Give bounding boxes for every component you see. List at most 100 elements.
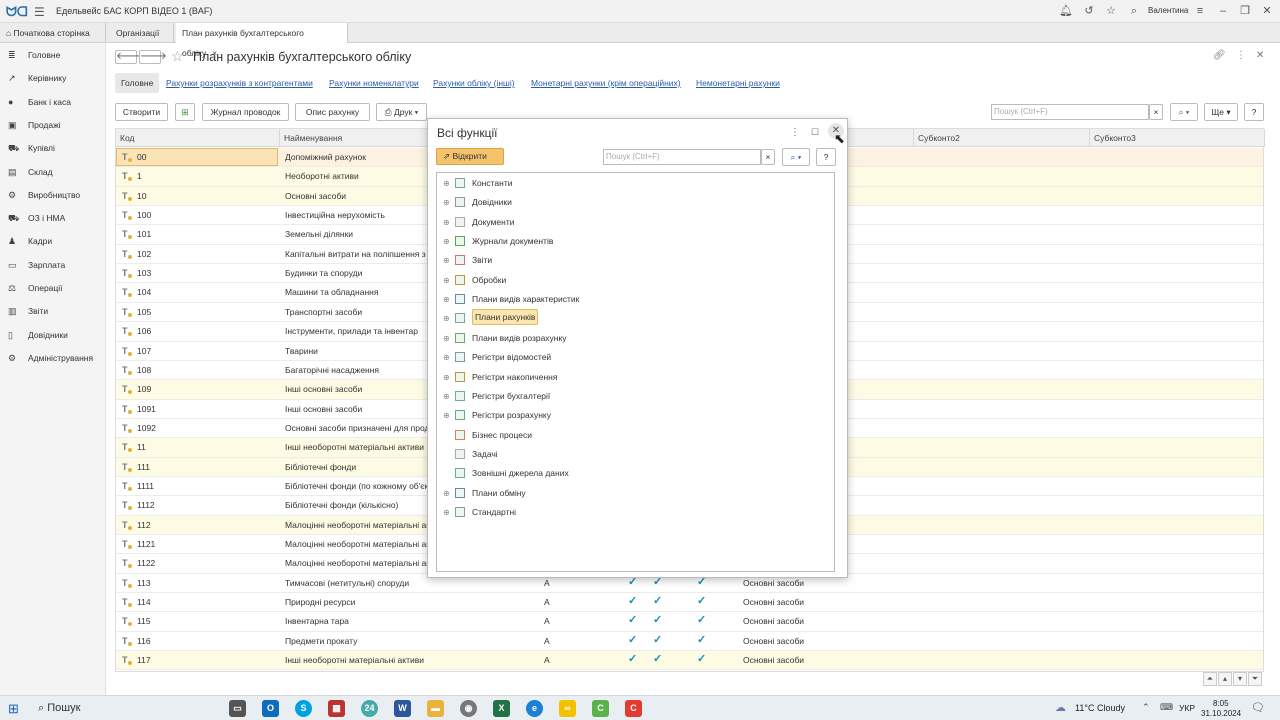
tree-node[interactable]: ⊕ Константи bbox=[437, 174, 834, 193]
expand-icon[interactable]: ⊕ bbox=[443, 314, 450, 323]
column-header-code[interactable]: Код bbox=[116, 129, 280, 147]
sidebar-item[interactable]: ▯ Довідники bbox=[0, 324, 106, 347]
dialog-maximize-icon[interactable]: ☐ bbox=[811, 127, 819, 138]
expand-icon[interactable]: ⊕ bbox=[443, 237, 450, 246]
outlook-icon[interactable]: O bbox=[262, 700, 279, 717]
sidebar-item[interactable]: ⚙ Виробництво bbox=[0, 184, 106, 207]
tree-node[interactable]: Бізнес процеси bbox=[437, 426, 834, 445]
table-row[interactable]: T 117 Інші необоротні матеріальні активи А ✓… bbox=[116, 651, 1263, 671]
expand-icon[interactable]: ⊕ bbox=[443, 508, 450, 517]
favorite-star-icon[interactable]: ☆ bbox=[171, 48, 184, 65]
tree-node[interactable]: ⊕ Обробки bbox=[437, 271, 834, 290]
app-icon[interactable]: ▦ bbox=[328, 700, 345, 717]
sidebar-item[interactable]: ▤ Склад bbox=[0, 161, 106, 184]
bas-app-icon[interactable]: ∞ bbox=[559, 700, 576, 717]
history-icon[interactable]: ↺ bbox=[1082, 4, 1096, 18]
sidebar-item[interactable]: ⛟ Купівлі bbox=[0, 137, 106, 160]
tree-node[interactable]: ⊕ Регістри накопичення bbox=[437, 368, 834, 387]
account-description-button[interactable]: Опис рахунку bbox=[295, 103, 370, 121]
dialog-search-button[interactable]: ⌕ ▾ bbox=[782, 148, 810, 166]
table-row[interactable]: T 116 Предмети прокату А ✓ ✓ ✓ Основні засоби bbox=[116, 632, 1263, 652]
menu-icon[interactable]: ☰ bbox=[34, 5, 45, 19]
tree-node[interactable]: ⊕ Документи bbox=[437, 213, 834, 232]
file-explorer-icon[interactable]: ▬ bbox=[427, 700, 444, 717]
tree-node[interactable]: Зовнішні джерела даних bbox=[437, 464, 834, 483]
weather[interactable]: 11°C Cloudy bbox=[1075, 703, 1125, 713]
app4-icon[interactable]: C bbox=[625, 700, 642, 717]
app3-icon[interactable]: C bbox=[592, 700, 609, 717]
tree-node[interactable]: ⊕ Плани рахунків bbox=[437, 309, 834, 328]
subtab-monetary[interactable]: Монетарні рахунки (крім операційних) bbox=[531, 78, 681, 88]
task-view-icon[interactable]: ▭ bbox=[229, 700, 246, 717]
tree-node[interactable]: ⊕ Регістри відомостей bbox=[437, 348, 834, 367]
network-icon[interactable]: ⌨ bbox=[1160, 702, 1173, 713]
expand-icon[interactable]: ⊕ bbox=[443, 276, 450, 285]
search-icon[interactable]: ⌕ bbox=[1127, 4, 1141, 18]
clock-app-icon[interactable]: 24 bbox=[361, 700, 378, 717]
user-name[interactable]: Валентина bbox=[1148, 6, 1188, 15]
tree-node[interactable]: ⊕ Плани видів характеристик bbox=[437, 290, 834, 309]
tree-node[interactable]: ⊕ Журнали документів bbox=[437, 232, 834, 251]
create-button[interactable]: Створити bbox=[115, 103, 168, 121]
expand-icon[interactable]: ⊕ bbox=[443, 218, 450, 227]
expand-icon[interactable]: ⊕ bbox=[443, 489, 450, 498]
search-input[interactable]: Пошук (Ctrl+F) bbox=[991, 104, 1149, 120]
scroll-up-icon[interactable]: ▴ bbox=[1218, 672, 1232, 686]
tree-node[interactable]: ⊕ Довідники bbox=[437, 193, 834, 212]
settings-icon[interactable]: ≡ bbox=[1193, 4, 1207, 18]
sidebar-item[interactable]: ▣ Продажі bbox=[0, 114, 106, 137]
close-icon[interactable]: ✕ bbox=[1260, 4, 1274, 18]
expand-icon[interactable]: ⊕ bbox=[443, 392, 450, 401]
subtab-nomenclature[interactable]: Рахунки номенклатури bbox=[329, 78, 419, 88]
tree-node[interactable]: ⊕ Стандартні bbox=[437, 503, 834, 522]
sidebar-item[interactable]: ▭ Зарплата bbox=[0, 254, 106, 277]
expand-icon[interactable]: ⊕ bbox=[443, 334, 450, 343]
tab-home[interactable]: ⌂ Початкова сторінка bbox=[0, 23, 106, 43]
dialog-search-input[interactable]: Пошук (Ctrl+F) bbox=[603, 149, 761, 165]
sidebar-item[interactable]: ≣ Головне bbox=[0, 44, 106, 67]
clock-date[interactable]: 31.10.2024 bbox=[1201, 709, 1241, 718]
sidebar-item[interactable]: ▥ Звіти bbox=[0, 300, 106, 323]
scroll-down-icon[interactable]: ▾ bbox=[1233, 672, 1247, 686]
search-button[interactable]: ⌕ ▾ bbox=[1170, 103, 1198, 121]
edge-icon[interactable]: e bbox=[526, 700, 543, 717]
page-close-icon[interactable]: ✕ bbox=[1256, 50, 1264, 61]
more-button[interactable]: Ще ▾ bbox=[1204, 103, 1238, 121]
minimize-icon[interactable]: – bbox=[1216, 4, 1230, 18]
help-button[interactable]: ? bbox=[1244, 103, 1264, 121]
more-vert-icon[interactable]: ⋮ bbox=[1236, 50, 1246, 61]
tree-node[interactable]: ⊕ Звіти bbox=[437, 251, 834, 270]
star-icon[interactable]: ☆ bbox=[1104, 4, 1118, 18]
clock-time[interactable]: 8:05 bbox=[1213, 699, 1229, 708]
dialog-more-icon[interactable]: ⋮ bbox=[790, 127, 800, 138]
tree-node[interactable]: Задачі bbox=[437, 445, 834, 464]
scroll-top-icon[interactable]: ⏶ bbox=[1203, 672, 1217, 686]
dialog-help-button[interactable]: ? bbox=[816, 148, 836, 166]
column-header-subconto2[interactable]: Субконто2 bbox=[914, 129, 1090, 147]
table-row[interactable]: T 114 Природні ресурси А ✓ ✓ ✓ Основні засоби bbox=[116, 593, 1263, 613]
expand-icon[interactable]: ⊕ bbox=[443, 179, 450, 188]
expand-icon[interactable]: ⊕ bbox=[443, 353, 450, 362]
subtab-main[interactable]: Головне bbox=[115, 73, 160, 93]
expand-icon[interactable]: ⊕ bbox=[443, 373, 450, 382]
subtab-other-accounts[interactable]: Рахунки обліку (інші) bbox=[433, 78, 515, 88]
back-button[interactable]: 🡐 bbox=[115, 50, 143, 64]
expand-icon[interactable]: ⊕ bbox=[443, 198, 450, 207]
forward-button[interactable]: 🡒 bbox=[139, 50, 167, 64]
notifications-icon[interactable]: 🗨︎ bbox=[1251, 701, 1265, 714]
sidebar-item[interactable]: ⚙ Адміністрування bbox=[0, 347, 106, 370]
tree-node[interactable]: ⊕ Плани видів розрахунку bbox=[437, 329, 834, 348]
search-clear-button[interactable]: × bbox=[1149, 104, 1163, 120]
tree-node[interactable]: ⊕ Регістри розрахунку bbox=[437, 406, 834, 425]
subtab-nonmonetary[interactable]: Немонетарні рахунки bbox=[696, 78, 780, 88]
column-header-subconto3[interactable]: Субконто3 bbox=[1090, 129, 1265, 147]
restore-icon[interactable]: ❐ bbox=[1238, 4, 1252, 18]
bell-icon[interactable]: 🔔︎ bbox=[1059, 4, 1073, 18]
scroll-bottom-icon[interactable]: ⏷ bbox=[1248, 672, 1262, 686]
sidebar-item[interactable]: ⚖ Операції bbox=[0, 277, 106, 300]
sidebar-item[interactable]: ⛟ ОЗ і НМА bbox=[0, 207, 106, 230]
excel-icon[interactable]: X bbox=[493, 700, 510, 717]
skype-icon[interactable]: S bbox=[295, 700, 312, 717]
open-button[interactable]: ⇗ Відкрити bbox=[436, 148, 504, 165]
print-button[interactable]: ⎙ Друк ▾ bbox=[376, 103, 427, 121]
